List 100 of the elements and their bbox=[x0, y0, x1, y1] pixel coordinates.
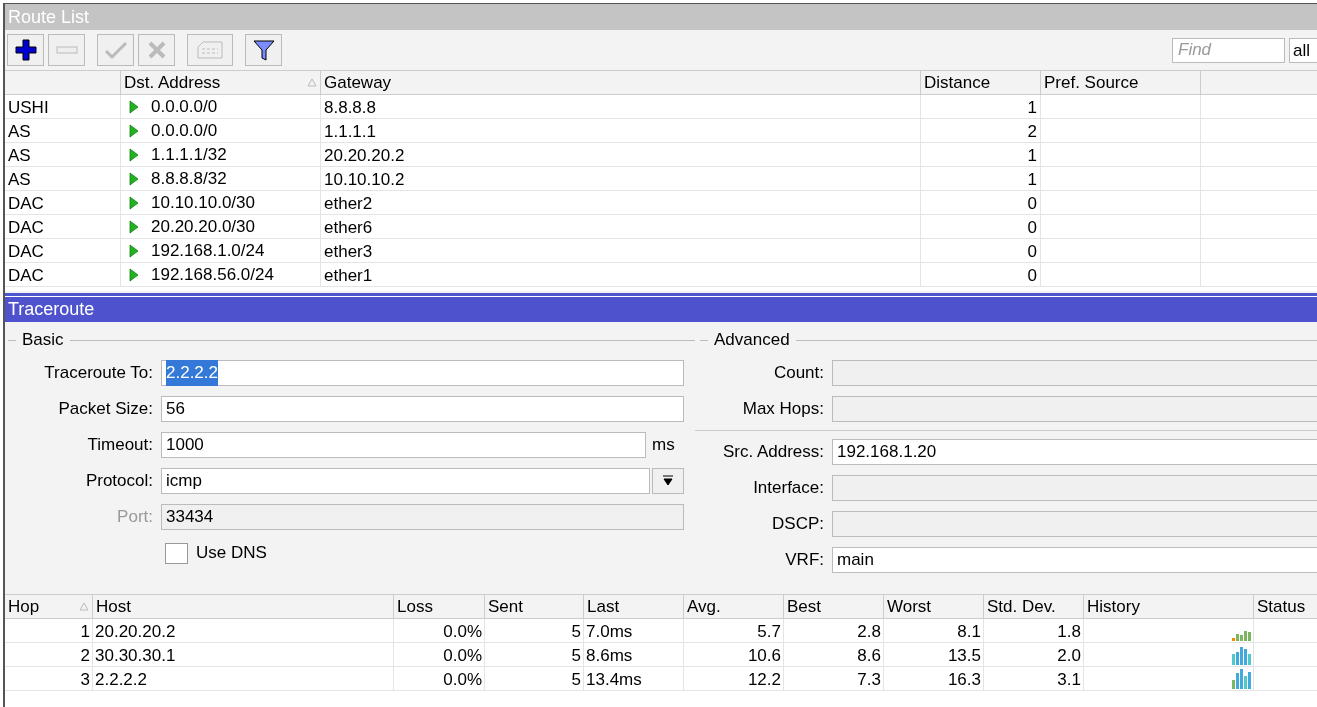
table-cell: 7.0ms bbox=[586, 622, 633, 641]
table-cell-text: 8.8.8.8/32 bbox=[151, 167, 227, 190]
checkbox[interactable] bbox=[165, 542, 188, 564]
hop-row[interactable]: 3 2.2.2.2 0.0% 5 13.4ms 12.2 7.3 16.3 3.1 bbox=[5, 667, 1317, 691]
field-label: Max Hops: bbox=[741, 398, 825, 421]
table-cell: 20.20.20.2 bbox=[95, 622, 176, 641]
column-header[interactable]: Gateway bbox=[321, 71, 921, 94]
sort-icon bbox=[307, 78, 317, 87]
table-cell: 5 bbox=[571, 622, 581, 641]
table-cell: 5.7 bbox=[757, 622, 781, 641]
dropdown-field[interactable]: icmp bbox=[161, 468, 650, 494]
dropdown-button[interactable] bbox=[652, 468, 684, 494]
column-header[interactable]: Hop bbox=[5, 595, 93, 618]
route-row[interactable]: DAC 192.168.56.0/24 ether1 0 bbox=[5, 263, 1317, 287]
window-title: Route List bbox=[8, 5, 90, 29]
note-icon bbox=[197, 41, 223, 59]
cross-icon bbox=[146, 40, 167, 60]
add-button[interactable] bbox=[7, 34, 44, 66]
table-cell: 0 bbox=[1027, 266, 1037, 285]
table-cell: 2 bbox=[1027, 122, 1037, 141]
column-header[interactable]: Avg. bbox=[684, 595, 784, 618]
table-cell: DAC bbox=[8, 218, 44, 237]
table-cell: 0 bbox=[1027, 218, 1037, 237]
column-header[interactable]: Distance bbox=[921, 71, 1041, 94]
column-header[interactable]: History bbox=[1084, 595, 1254, 618]
column-header[interactable]: Host bbox=[93, 595, 394, 618]
table-cell: DAC bbox=[8, 242, 44, 261]
table-cell: 0.0% bbox=[443, 670, 482, 689]
table-cell: 2.2.2.2 bbox=[95, 670, 147, 689]
input-field[interactable]: main bbox=[832, 547, 1317, 573]
table-cell: 1 bbox=[1027, 98, 1037, 117]
plus-icon bbox=[14, 39, 37, 61]
table-cell: 13.5 bbox=[947, 646, 981, 665]
column-header[interactable]: Sent bbox=[485, 595, 584, 618]
history-sparkline bbox=[1232, 647, 1251, 665]
table-cell: DAC bbox=[8, 266, 44, 285]
input-field[interactable]: 192.168.1.20 bbox=[832, 439, 1317, 465]
column-header[interactable]: Status bbox=[1254, 595, 1317, 618]
table-cell: DAC bbox=[8, 194, 44, 213]
table-cell: 1 bbox=[1027, 170, 1037, 189]
field-label: Count: bbox=[772, 362, 825, 385]
table-cell-text: 10.10.10.0/30 bbox=[151, 191, 255, 214]
column-header[interactable]: Worst bbox=[884, 595, 984, 618]
field-label: Src. Address: bbox=[721, 441, 825, 464]
find-field[interactable]: Find bbox=[1172, 37, 1285, 63]
table-cell: USHI bbox=[8, 98, 49, 117]
table-cell-text: 20.20.20.0/30 bbox=[151, 215, 255, 238]
column-header[interactable]: Best bbox=[784, 595, 884, 618]
route-row[interactable]: USHI 0.0.0.0/0 8.8.8.8 1 bbox=[5, 95, 1317, 119]
column-header[interactable]: Loss bbox=[394, 595, 485, 618]
field-label: Port: bbox=[116, 506, 154, 529]
table-cell: ether2 bbox=[324, 194, 373, 213]
input-field[interactable]: 1000 bbox=[161, 432, 646, 458]
column-header[interactable]: Dst. Address bbox=[121, 71, 321, 94]
table-cell: ether1 bbox=[324, 266, 373, 285]
field-label: Interface: bbox=[752, 477, 825, 500]
hop-row[interactable]: 1 20.20.20.2 0.0% 5 7.0ms 5.7 2.8 8.1 1.8 bbox=[5, 619, 1317, 643]
route-row[interactable]: DAC 192.168.1.0/24 ether3 0 bbox=[5, 239, 1317, 263]
field-label: Packet Size: bbox=[57, 398, 154, 421]
route-row[interactable]: AS 0.0.0.0/0 1.1.1.1 2 bbox=[5, 119, 1317, 143]
column-header[interactable]: Last bbox=[584, 595, 684, 618]
hop-row[interactable]: 2 30.30.30.1 0.0% 5 8.6ms 10.6 8.6 13.5 2.0 bbox=[5, 643, 1317, 667]
input-field[interactable] bbox=[832, 360, 1317, 386]
field-label: Timeout: bbox=[86, 434, 154, 457]
input-field[interactable] bbox=[832, 511, 1317, 537]
down-arrow-icon bbox=[662, 475, 674, 487]
filter-icon bbox=[252, 39, 275, 61]
table-cell: 10.10.10.2 bbox=[324, 170, 405, 189]
table-cell: 12.2 bbox=[747, 670, 781, 689]
table-cell: 20.20.20.2 bbox=[324, 146, 405, 165]
table-cell: 7.3 bbox=[857, 670, 881, 689]
route-row[interactable]: DAC 10.10.10.0/30 ether2 0 bbox=[5, 191, 1317, 215]
column-header[interactable]: Std. Dev. bbox=[984, 595, 1084, 618]
table-cell: AS bbox=[8, 170, 31, 189]
route-row[interactable]: DAC 20.20.20.0/30 ether6 0 bbox=[5, 215, 1317, 239]
table-cell: 8.1 bbox=[957, 622, 981, 641]
input-field[interactable]: 56 bbox=[161, 396, 684, 422]
checkmark-icon bbox=[103, 40, 128, 60]
scope-dropdown[interactable]: all bbox=[1289, 37, 1317, 63]
table-cell: 8.6ms bbox=[586, 646, 633, 665]
input-field[interactable] bbox=[832, 475, 1317, 501]
field-label: VRF: bbox=[784, 549, 825, 572]
table-cell: 1 bbox=[1027, 146, 1037, 165]
column-header[interactable]: Pref. Source bbox=[1041, 71, 1201, 94]
table-cell: 1.1.1.1 bbox=[324, 122, 376, 141]
route-row[interactable]: AS 1.1.1.1/32 20.20.20.2 1 bbox=[5, 143, 1317, 167]
history-sparkline bbox=[1232, 669, 1251, 689]
input-field[interactable] bbox=[832, 396, 1317, 422]
field-label: Protocol: bbox=[84, 470, 154, 493]
table-cell: 16.3 bbox=[947, 670, 981, 689]
minus-icon bbox=[55, 46, 78, 54]
table-cell: 0.0% bbox=[443, 646, 482, 665]
route-row[interactable]: AS 8.8.8.8/32 10.10.10.2 1 bbox=[5, 167, 1317, 191]
checkbox-label: Use DNS bbox=[196, 542, 267, 565]
table-cell: 10.6 bbox=[747, 646, 781, 665]
table-cell-text: 0.0.0.0/0 bbox=[151, 95, 218, 118]
filter-button[interactable] bbox=[245, 34, 282, 66]
history-sparkline bbox=[1232, 631, 1251, 641]
table-cell-text: 1.1.1.1/32 bbox=[151, 143, 227, 166]
input-field[interactable]: 2.2.2.2 bbox=[161, 360, 684, 386]
